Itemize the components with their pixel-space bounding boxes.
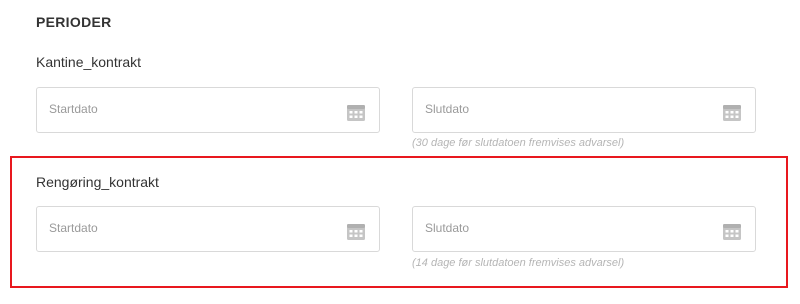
calendar-icon[interactable] <box>347 105 365 121</box>
calendar-icon[interactable] <box>723 105 741 121</box>
period-label-rengoring: Rengøring_kontrakt <box>36 174 159 190</box>
rengoring-end-date-field[interactable]: Slutdato <box>412 206 756 252</box>
rengoring-warning-hint: (14 dage før slutdatoen fremvises advars… <box>412 257 625 269</box>
kantine-end-date-field[interactable]: Slutdato <box>412 87 756 133</box>
section-title: PERIODER <box>36 14 112 30</box>
calendar-icon[interactable] <box>723 224 741 240</box>
periods-panel: PERIODER Kantine_kontrakt Startdato Slut… <box>0 0 800 304</box>
period-label-kantine: Kantine_kontrakt <box>36 54 142 70</box>
calendar-icon[interactable] <box>347 224 365 240</box>
kantine-warning-hint: (30 dage før slutdatoen fremvises advars… <box>412 137 625 149</box>
start-date-placeholder: Startdato <box>49 221 98 235</box>
kantine-start-date-field[interactable]: Startdato <box>36 87 380 133</box>
end-date-placeholder: Slutdato <box>425 221 470 235</box>
start-date-placeholder: Startdato <box>49 102 98 116</box>
rengoring-start-date-field[interactable]: Startdato <box>36 206 380 252</box>
end-date-placeholder: Slutdato <box>425 102 470 116</box>
